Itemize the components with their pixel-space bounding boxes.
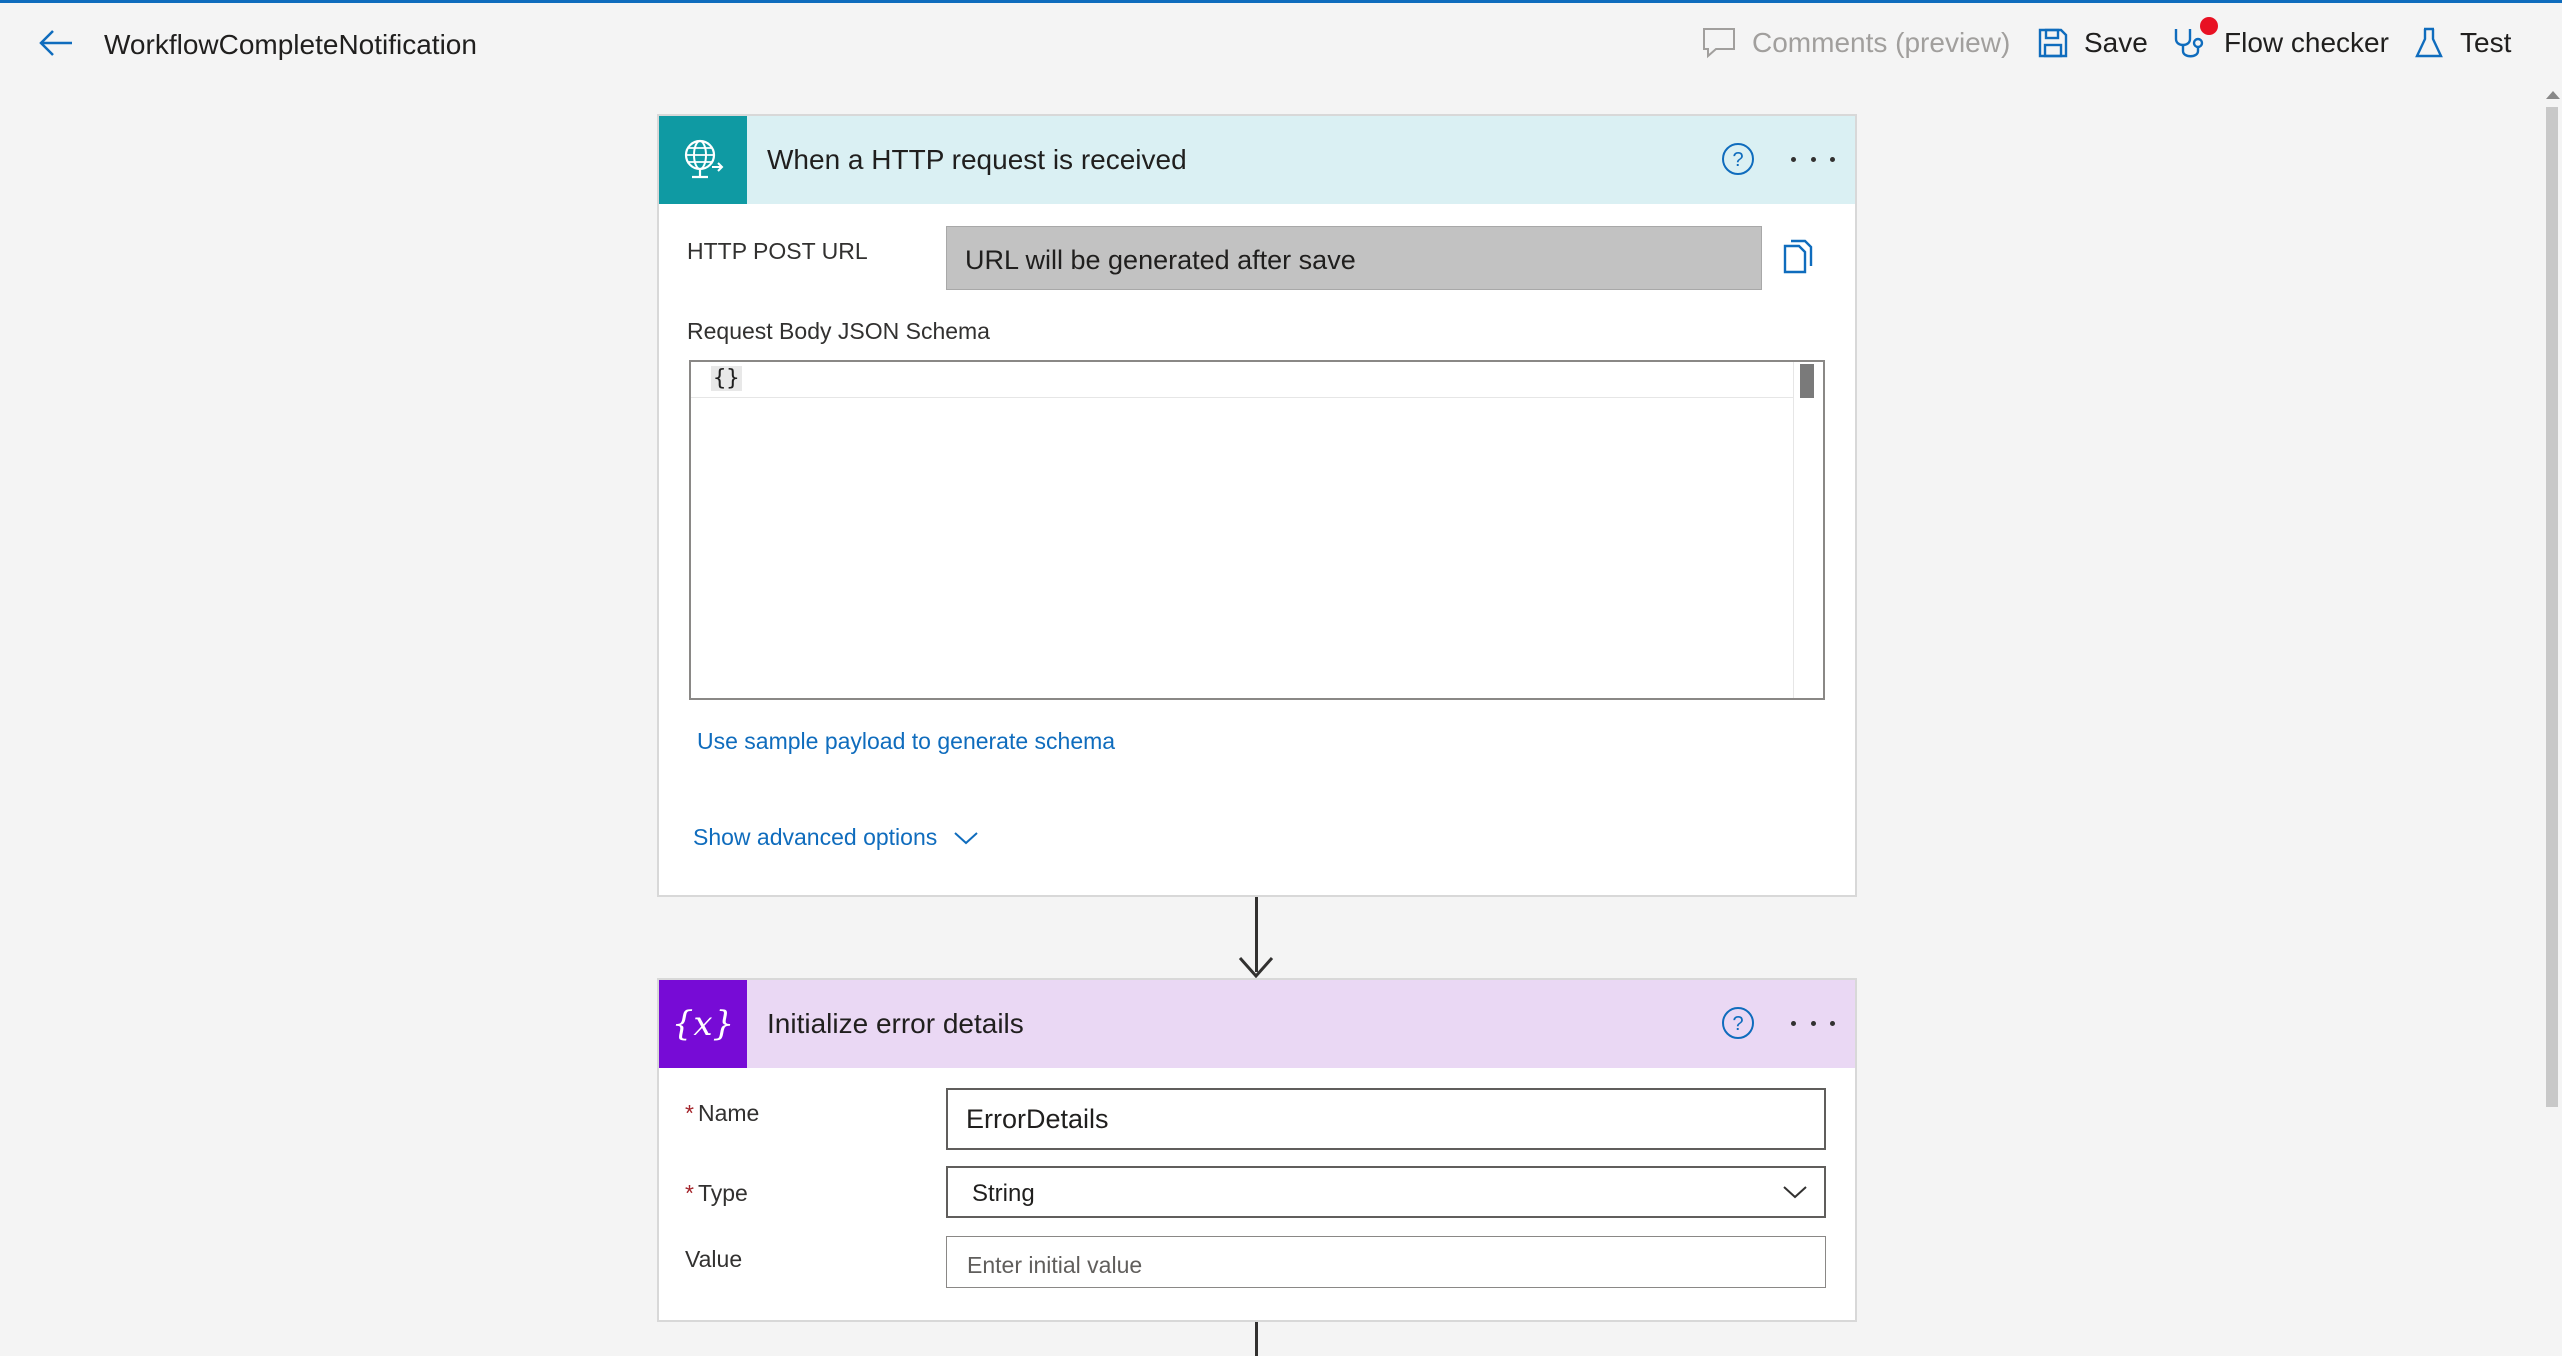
svg-text:?: ? [1732, 1013, 1743, 1035]
http-trigger-card: When a HTTP request is received ? HTTP P… [657, 114, 1857, 897]
save-icon [2038, 28, 2068, 58]
initialize-variable-card: {x} Initialize error details ? * Name Err… [657, 978, 1857, 1322]
variable-type-value: String [972, 1180, 1035, 1207]
sample-payload-link[interactable]: Use sample payload to generate schema [697, 728, 1115, 755]
test-button[interactable]: Test [2414, 23, 2511, 63]
variable-value-placeholder: Enter initial value [967, 1252, 1143, 1278]
variable-value-label: Value [685, 1246, 743, 1272]
help-icon[interactable]: ? [1721, 142, 1755, 176]
initialize-variable-header[interactable]: {x} Initialize error details ? [659, 980, 1855, 1068]
arrow-down-icon [1238, 957, 1274, 978]
variable-icon-tile: {x} [659, 980, 747, 1068]
http-post-url-label: HTTP POST URL [687, 238, 868, 264]
chevron-down-icon [1783, 1186, 1807, 1199]
schema-editor[interactable]: {} [689, 360, 1825, 700]
comments-button[interactable]: Comments (preview) [1702, 23, 2010, 63]
notification-badge [2200, 17, 2218, 35]
scroll-up-icon[interactable] [2546, 91, 2560, 99]
save-label: Save [2084, 27, 2148, 58]
show-advanced-options-label: Show advanced options [693, 824, 938, 850]
schema-code: {} [711, 366, 742, 391]
show-advanced-options-link[interactable]: Show advanced options [693, 824, 979, 851]
svg-text:?: ? [1732, 149, 1743, 171]
back-arrow-icon [39, 30, 72, 56]
http-trigger-header[interactable]: When a HTTP request is received ? [659, 116, 1855, 204]
http-trigger-icon-tile [659, 116, 747, 204]
svg-text:{x}: {x} [672, 1004, 734, 1044]
globe-request-icon [684, 139, 724, 179]
flow-checker-button[interactable]: Flow checker [2172, 17, 2389, 63]
more-options-icon[interactable] [1791, 142, 1835, 176]
comments-label: Comments (preview) [1752, 27, 2011, 58]
variable-icon: {x} [672, 1004, 734, 1044]
flow-checker-label: Flow checker [2224, 27, 2389, 58]
variable-type-select[interactable]: String [946, 1166, 1826, 1218]
flow-title: WorkflowCompleteNotification [104, 29, 477, 60]
beaker-icon [2415, 27, 2443, 58]
variable-value-input[interactable]: Enter initial value [946, 1236, 1826, 1288]
copy-icon[interactable] [1779, 238, 1819, 278]
chevron-down-icon [954, 831, 978, 844]
back-button[interactable] [36, 23, 76, 63]
http-trigger-title: When a HTTP request is received [767, 144, 1187, 175]
help-icon[interactable]: ? [1721, 1006, 1755, 1040]
editor-scroll-thumb[interactable] [1800, 364, 1814, 398]
variable-name-label: * Name [685, 1100, 760, 1126]
initialize-variable-title: Initialize error details [767, 1008, 1024, 1039]
canvas-scrollbar[interactable] [2542, 83, 2562, 1356]
http-post-url-field: URL will be generated after save [946, 226, 1762, 290]
more-options-icon[interactable] [1791, 1006, 1835, 1040]
editor-scrollbar[interactable] [1793, 362, 1823, 698]
schema-label: Request Body JSON Schema [687, 318, 990, 344]
variable-name-input[interactable]: ErrorDetails [946, 1088, 1826, 1150]
stethoscope-icon-wrap [2172, 17, 2218, 61]
variable-type-label: * Type [685, 1180, 748, 1206]
comment-icon [1703, 28, 1735, 59]
save-button[interactable]: Save [2038, 23, 2148, 63]
test-label: Test [2460, 27, 2512, 58]
command-bar: WorkflowCompleteNotification Comments (p… [0, 3, 2562, 83]
connector-line [1255, 1322, 1258, 1356]
scroll-thumb[interactable] [2546, 107, 2558, 1107]
editor-current-line: {} [691, 362, 1793, 398]
